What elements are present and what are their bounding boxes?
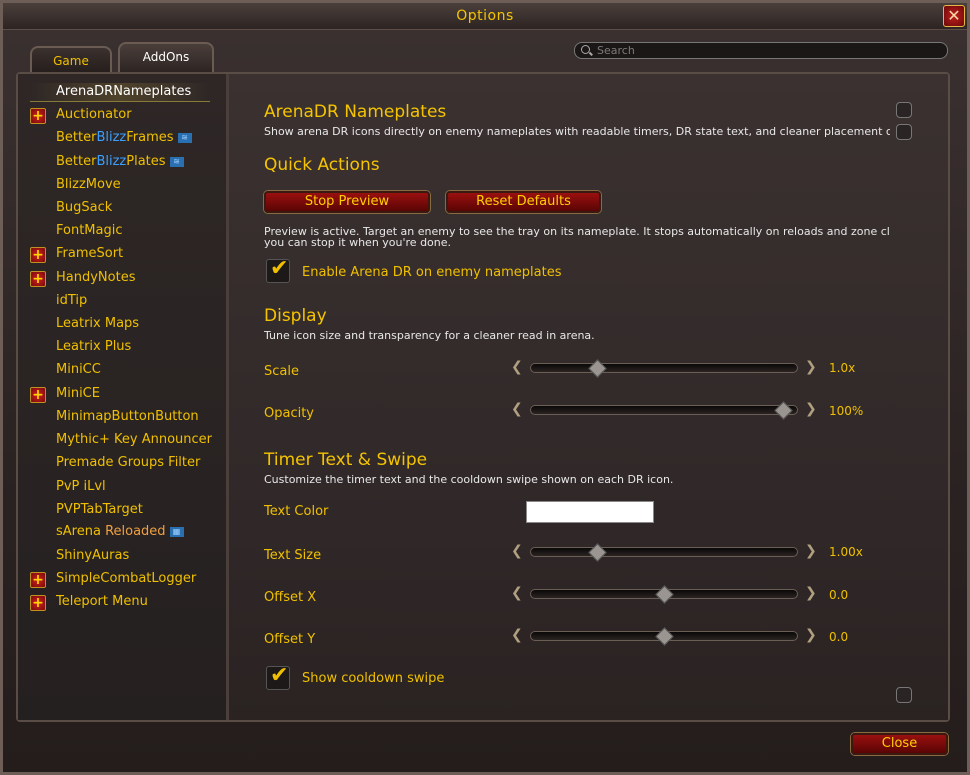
sidebar-item-teleport-menu[interactable]: Teleport Menu — [56, 594, 148, 612]
scroll-thumb[interactable] — [896, 124, 912, 140]
expand-icon[interactable]: + — [30, 108, 46, 124]
sidebar-item-auctionator[interactable]: Auctionator — [56, 107, 132, 125]
sidebar-item-blizzmove[interactable]: BlizzMove — [56, 177, 121, 195]
addon-badge-icon: ▦ — [169, 526, 184, 537]
text-size-increase-icon[interactable]: ❯ — [805, 543, 817, 559]
offset-y-value: 0.0 — [829, 630, 849, 644]
sidebar-item-label-part: Frames — [126, 130, 174, 145]
opacity-value: 100% — [829, 404, 864, 418]
sidebar-item-handynotes[interactable]: HandyNotes — [56, 270, 135, 288]
close-button[interactable]: Close — [851, 733, 948, 755]
sidebar-item-label-part: Plates — [126, 154, 166, 169]
sidebar-item-minicc[interactable]: MiniCC — [56, 362, 101, 380]
sidebar-item-minice[interactable]: MiniCE — [56, 386, 100, 404]
sidebar-item-label-part: Reloaded — [105, 524, 166, 539]
preview-note-line-2: you can stop it when you're done. — [264, 236, 452, 249]
offset-x-increase-icon[interactable]: ❯ — [805, 585, 817, 601]
sidebar-item-shinyauras[interactable]: ShinyAuras — [56, 548, 129, 566]
sidebar-item-pvptabtarget[interactable]: PVPTabTarget — [56, 502, 143, 520]
enable-arena-dr-checkbox[interactable]: ✔ — [266, 256, 290, 283]
sidebar-item-betterblizzplates[interactable]: BetterBlizzPlates ≋ — [56, 154, 184, 172]
quick-actions-heading: Quick Actions — [264, 155, 380, 175]
sidebar-item-label-part: Better — [56, 154, 97, 169]
checkmark-icon: ✔ — [270, 663, 289, 688]
expand-icon[interactable]: + — [30, 572, 46, 588]
display-heading: Display — [264, 306, 327, 326]
enable-arena-dr-label: Enable Arena DR on enemy nameplates — [302, 265, 562, 280]
offset-y-label: Offset Y — [264, 632, 316, 647]
offset-x-value: 0.0 — [829, 588, 849, 602]
scale-slider[interactable] — [530, 359, 798, 378]
window-title: Options — [456, 8, 514, 24]
text-size-decrease-icon[interactable]: ❮ — [511, 543, 523, 559]
text-size-value: 1.00x — [829, 545, 863, 559]
text-size-label: Text Size — [264, 548, 322, 563]
timer-description: Customize the timer text and the cooldow… — [264, 473, 674, 486]
sidebar-item-pvp-ilvl[interactable]: PvP iLvl — [56, 479, 106, 497]
opacity-increase-icon[interactable]: ❯ — [805, 401, 817, 417]
offset-y-increase-icon[interactable]: ❯ — [805, 627, 817, 643]
search-input[interactable] — [597, 43, 937, 58]
sidebar-item-mythic-key-announcer[interactable]: Mythic+ Key Announcer — [56, 432, 212, 450]
scale-decrease-icon[interactable]: ❮ — [511, 359, 523, 375]
expand-icon[interactable]: + — [30, 247, 46, 263]
sidebar-item-bugsack[interactable]: BugSack — [56, 200, 112, 218]
close-window-icon[interactable]: ✕ — [943, 5, 965, 27]
sidebar-item-simplecombatlogger[interactable]: SimpleCombatLogger — [56, 571, 196, 589]
panel-description: Show arena DR icons directly on enemy na… — [264, 125, 890, 138]
tab-game[interactable]: Game — [30, 46, 112, 74]
scale-label: Scale — [264, 364, 299, 379]
offset-y-slider[interactable] — [530, 627, 798, 646]
sidebar-item-label-part: Better — [56, 130, 97, 145]
timer-heading: Timer Text & Swipe — [264, 450, 428, 470]
text-color-label: Text Color — [264, 504, 329, 519]
sidebar-item-label-part: Blizz — [96, 130, 127, 145]
sidebar-item-betterblizzframes[interactable]: BetterBlizzFrames ≋ — [56, 130, 192, 148]
addon-badge-icon: ≋ — [177, 132, 192, 143]
expand-icon[interactable]: + — [30, 387, 46, 403]
scroll-down-button[interactable] — [896, 687, 912, 703]
scroll-up-button[interactable] — [896, 102, 912, 118]
sidebar-item-label-part: sArena — [56, 524, 101, 539]
search-box[interactable] — [574, 42, 948, 59]
panel-title: ArenaDR Nameplates — [264, 102, 447, 122]
sidebar-item-leatrix-plus[interactable]: Leatrix Plus — [56, 339, 131, 357]
expand-icon[interactable]: + — [30, 271, 46, 287]
title-bar[interactable]: Options ✕ — [3, 3, 967, 30]
offset-x-decrease-icon[interactable]: ❮ — [511, 585, 523, 601]
text-size-slider[interactable] — [530, 543, 798, 562]
opacity-label: Opacity — [264, 406, 315, 421]
tab-addons[interactable]: AddOns — [118, 42, 214, 74]
scale-value: 1.0x — [829, 361, 856, 375]
offset-x-slider[interactable] — [530, 585, 798, 604]
expand-icon[interactable]: + — [30, 595, 46, 611]
text-color-swatch[interactable] — [526, 501, 654, 523]
offset-y-decrease-icon[interactable]: ❮ — [511, 627, 523, 643]
opacity-slider[interactable] — [530, 401, 798, 420]
show-cooldown-swipe-checkbox[interactable]: ✔ — [266, 663, 290, 690]
sidebar-item-fontmagic[interactable]: FontMagic — [56, 223, 123, 241]
sidebar-item-framesort[interactable]: FrameSort — [56, 246, 123, 264]
offset-x-label: Offset X — [264, 590, 317, 605]
sidebar-item-premade-groups-filter[interactable]: Premade Groups Filter — [56, 455, 200, 473]
sidebar-item-label-part: Blizz — [96, 154, 127, 169]
show-cooldown-swipe-label: Show cooldown swipe — [302, 671, 445, 686]
addon-badge-icon: ≋ — [169, 156, 184, 167]
sidebar-item-arenadrnameplates[interactable]: ArenaDRNameplates — [56, 84, 191, 102]
sidebar-item-leatrix-maps[interactable]: Leatrix Maps — [56, 316, 139, 334]
search-icon — [581, 45, 590, 54]
opacity-decrease-icon[interactable]: ❮ — [511, 401, 523, 417]
reset-defaults-button[interactable]: Reset Defaults — [446, 191, 601, 213]
stop-preview-button[interactable]: Stop Preview — [264, 191, 430, 213]
sidebar-item-idtip[interactable]: idTip — [56, 293, 87, 311]
sidebar-item-minimapbuttonbutton[interactable]: MinimapButtonButton — [56, 409, 199, 427]
sidebar-item-sarena-reloaded[interactable]: sArena Reloaded ▦ — [56, 524, 184, 542]
checkmark-icon: ✔ — [270, 256, 289, 281]
scale-increase-icon[interactable]: ❯ — [805, 359, 817, 375]
display-description: Tune icon size and transparency for a cl… — [264, 329, 595, 342]
